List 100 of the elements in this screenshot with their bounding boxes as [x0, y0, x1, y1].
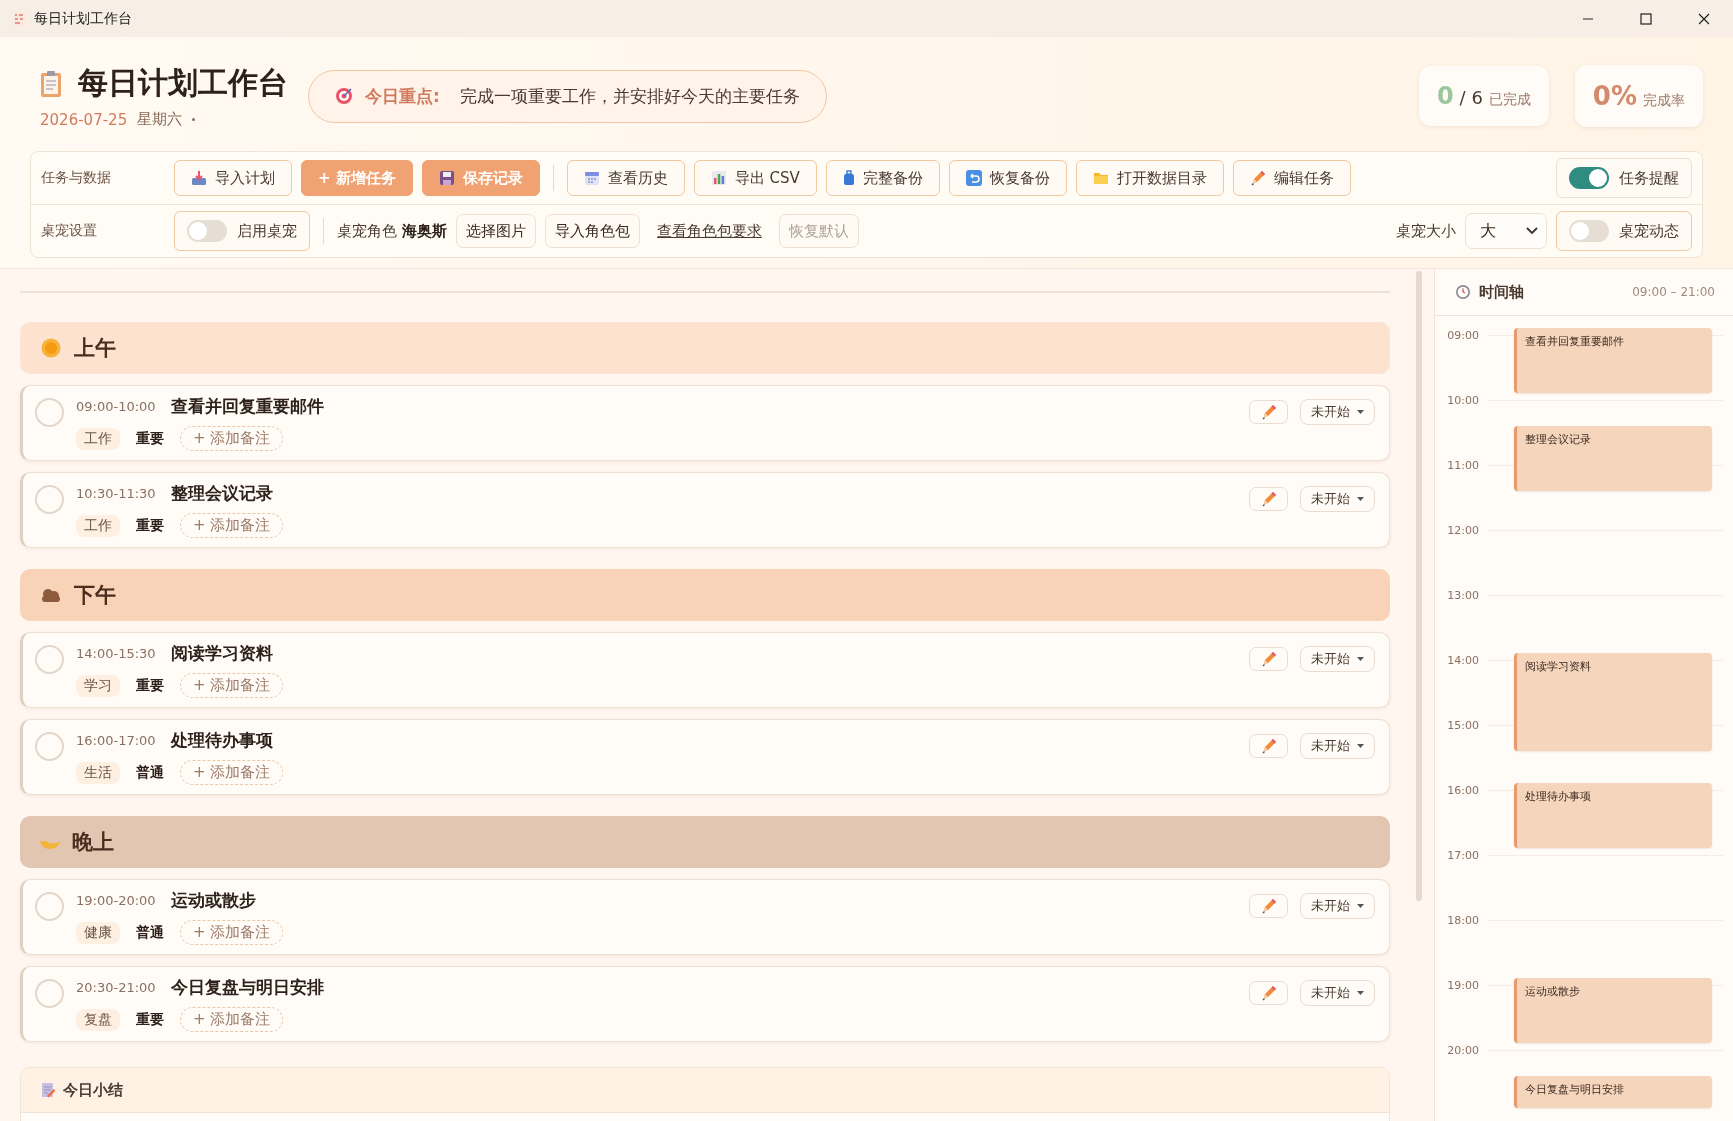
done-count: 0	[1436, 82, 1454, 110]
pencil-icon	[1260, 985, 1277, 1001]
edit-button[interactable]	[1249, 400, 1288, 424]
hour-label: 11:00	[1446, 458, 1480, 472]
hour-label: 20:00	[1446, 1043, 1480, 1057]
timeline-event[interactable]: 查看并回复重要邮件	[1514, 328, 1712, 393]
edit-button[interactable]	[1249, 981, 1288, 1005]
dot-icon	[192, 118, 196, 121]
size-dropdown[interactable]: 大	[1465, 213, 1547, 249]
hour-label: 16:00	[1446, 783, 1480, 797]
caret-down-icon	[1357, 657, 1364, 661]
timeline-event[interactable]: 整理会议记录	[1514, 425, 1712, 491]
scrollbar[interactable]	[1416, 271, 1422, 901]
toggle-switch[interactable]	[1569, 220, 1609, 242]
pet-name: 海奥斯	[402, 221, 447, 241]
toggle-switch[interactable]	[1569, 167, 1609, 189]
app-icon	[12, 10, 26, 27]
status-dropdown[interactable]: 未开始	[1300, 486, 1375, 512]
timeline-event[interactable]: 今日复盘与明日安排	[1514, 1075, 1712, 1108]
task-title: 整理会议记录	[171, 482, 273, 505]
hour-label: 09:00	[1446, 328, 1480, 342]
chip-button[interactable]: 导入角色包	[545, 214, 640, 248]
edit-button[interactable]	[1249, 894, 1288, 918]
chip-button[interactable]: 选择图片	[456, 214, 536, 248]
toolbar-button[interactable]: 查看历史	[566, 160, 685, 196]
toolbar-button[interactable]: 导入计划	[174, 160, 292, 196]
row-label: 任务与数据	[41, 169, 112, 187]
field-label: 桌宠大小	[1396, 221, 1456, 241]
focus-label: 今日重点:	[365, 84, 440, 108]
hour-label: 19:00	[1446, 978, 1480, 992]
pencil-icon	[1260, 651, 1277, 667]
toggle-label: 桌宠动态	[1619, 221, 1679, 241]
task-time: 14:00-15:30	[76, 646, 157, 661]
edit-button[interactable]	[1249, 647, 1288, 671]
sun-icon	[40, 337, 62, 359]
priority-label: 普通	[136, 763, 164, 782]
task-checkbox[interactable]	[35, 485, 64, 514]
status-dropdown[interactable]: 未开始	[1300, 733, 1375, 759]
toggle-label: 启用桌宠	[237, 221, 297, 241]
status-dropdown[interactable]: 未开始	[1300, 646, 1375, 672]
pencil-icon	[1260, 404, 1277, 420]
task-checkbox[interactable]	[35, 979, 64, 1008]
weekday-text: 星期六	[137, 110, 183, 129]
task-checkbox[interactable]	[35, 892, 64, 921]
bar-chart-icon	[710, 170, 727, 186]
time-range: 09:00 – 21:00	[1632, 285, 1715, 299]
caret-down-icon	[1357, 410, 1364, 414]
edit-button[interactable]	[1249, 487, 1288, 511]
category-tag: 复盘	[76, 1008, 120, 1031]
category-tag: 工作	[76, 427, 120, 450]
timeline-event[interactable]: 运动或散步	[1514, 978, 1712, 1043]
maximize-icon	[1640, 12, 1652, 25]
priority-label: 普通	[136, 923, 164, 942]
toolbar-button[interactable]: 恢复备份	[948, 160, 1067, 196]
timeline-title: 时间轴	[1479, 282, 1524, 302]
task-title: 查看并回复重要邮件	[171, 395, 324, 418]
pencil-icon	[1260, 898, 1277, 914]
close-icon	[1698, 12, 1710, 25]
toolbar-button[interactable]: 编辑任务	[1232, 160, 1351, 196]
field-label: 桌宠角色	[337, 221, 397, 241]
focus-text: 完成一项重要工作，并安排好今天的主要任务	[459, 84, 800, 108]
target-icon	[335, 87, 353, 105]
folder-icon	[1092, 171, 1109, 185]
task-time: 16:00-17:00	[76, 733, 157, 748]
edit-button[interactable]	[1249, 734, 1288, 758]
completion-rate: 0%	[1592, 81, 1637, 111]
toolbar-button[interactable]: 导出 CSV	[693, 160, 817, 196]
status-dropdown[interactable]: 未开始	[1300, 893, 1375, 919]
task-title: 处理待办事项	[171, 729, 273, 752]
stat-caption: 完成率	[1643, 92, 1685, 110]
task-title: 今日复盘与明日安排	[171, 976, 324, 999]
summary-title: 今日小结	[63, 1080, 123, 1100]
status-dropdown[interactable]: 未开始	[1300, 399, 1375, 425]
status-dropdown[interactable]: 未开始	[1300, 980, 1375, 1006]
section-title: 上午	[74, 335, 116, 362]
hour-label: 12:00	[1446, 523, 1480, 537]
pencil-icon	[1260, 738, 1277, 754]
hour-label: 13:00	[1446, 588, 1480, 602]
row-label: 桌宠设置	[41, 222, 98, 240]
hour-label: 18:00	[1446, 913, 1480, 927]
task-checkbox[interactable]	[35, 398, 64, 427]
inbox-icon	[191, 170, 207, 186]
hour-label: 17:00	[1446, 848, 1480, 862]
task-checkbox[interactable]	[35, 645, 64, 674]
task-title: 运动或散步	[171, 889, 256, 912]
task-checkbox[interactable]	[35, 732, 64, 761]
window-title: 每日计划工作台	[34, 9, 132, 28]
category-tag: 学习	[76, 674, 120, 697]
toolbar-button[interactable]: 完整备份	[825, 160, 940, 196]
toolbar-button[interactable]: 打开数据目录	[1075, 160, 1224, 196]
task-time: 09:00-10:00	[76, 399, 157, 414]
timeline-event[interactable]: 处理待办事项	[1514, 783, 1712, 848]
task-title: 阅读学习资料	[171, 642, 273, 665]
date-text: 2026-07-25	[40, 110, 128, 129]
link[interactable]: 查看角色包要求	[657, 221, 762, 241]
app-title: 每日计划工作台	[78, 64, 288, 102]
hour-label: 15:00	[1446, 718, 1480, 732]
task-time: 19:00-20:00	[76, 893, 157, 908]
timeline-event[interactable]: 阅读学习资料	[1514, 653, 1712, 751]
toggle-switch[interactable]	[187, 220, 227, 242]
